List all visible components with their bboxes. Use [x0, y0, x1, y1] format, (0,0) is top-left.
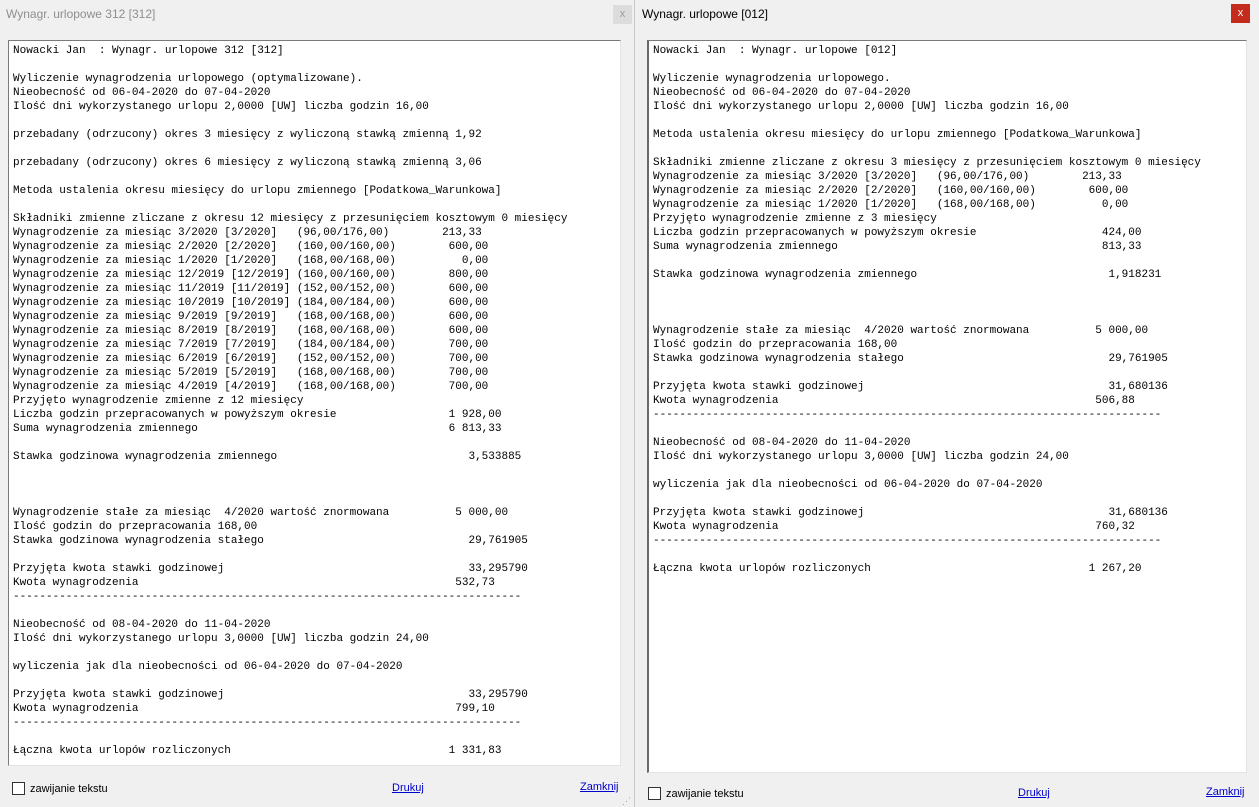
checkbox-box[interactable] [648, 787, 661, 800]
print-link[interactable]: Drukuj [392, 782, 424, 794]
close-link[interactable]: Zamknij [1206, 786, 1245, 798]
report-text-area[interactable]: Nowacki Jan : Wynagr. urlopowe 312 [312]… [8, 40, 621, 766]
window-title: Wynagr. urlopowe 312 [312] [6, 7, 156, 21]
report-text: Nowacki Jan : Wynagr. urlopowe [012] Wyl… [653, 45, 1201, 575]
close-icon[interactable]: x [613, 5, 632, 24]
window-left: Wynagr. urlopowe 312 [312] x Nowacki Jan… [0, 0, 634, 807]
wrap-text-checkbox[interactable]: zawijanie tekstu [648, 787, 744, 800]
wrap-text-checkbox[interactable]: zawijanie tekstu [12, 782, 108, 795]
wrap-text-label: zawijanie tekstu [666, 787, 744, 800]
print-link[interactable]: Drukuj [1018, 787, 1050, 799]
title-bar[interactable]: Wynagr. urlopowe 312 [312] x [0, 0, 634, 28]
resize-grip-icon[interactable]: ⋰ [622, 796, 632, 806]
close-link[interactable]: Zamknij [580, 781, 619, 793]
report-text: Nowacki Jan : Wynagr. urlopowe 312 [312]… [13, 45, 568, 757]
title-bar[interactable]: Wynagr. urlopowe [012] x [635, 0, 1259, 28]
wrap-text-label: zawijanie tekstu [30, 782, 108, 795]
window-right: Wynagr. urlopowe [012] x Nowacki Jan : W… [634, 0, 1259, 807]
report-text-area[interactable]: Nowacki Jan : Wynagr. urlopowe [012] Wyl… [647, 40, 1247, 773]
close-icon[interactable]: x [1231, 4, 1250, 23]
window-title: Wynagr. urlopowe [012] [642, 7, 768, 21]
checkbox-box[interactable] [12, 782, 25, 795]
